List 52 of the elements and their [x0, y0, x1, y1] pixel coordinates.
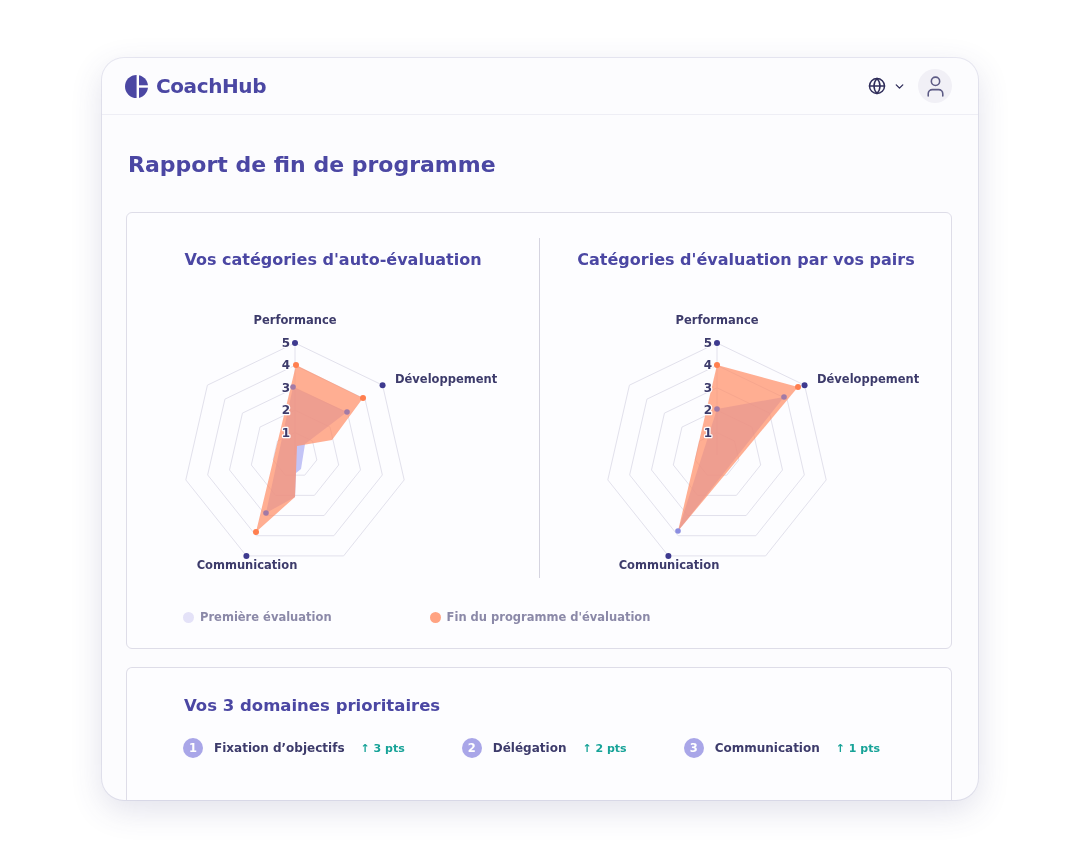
data-point — [253, 529, 259, 535]
data-point — [263, 510, 269, 516]
scale-label: 1 — [703, 425, 713, 440]
globe-icon — [868, 77, 886, 95]
data-point — [290, 384, 296, 390]
axis-end-point — [243, 552, 250, 559]
axis-label: Développement — [817, 372, 920, 386]
rank-badge: 2 — [461, 738, 482, 758]
scale-label: 3 — [703, 380, 713, 395]
axis-label: Communication — [618, 558, 720, 572]
priority-label: Fixation d’objectifs — [214, 741, 345, 755]
language-button[interactable] — [868, 77, 906, 95]
data-point — [781, 394, 787, 400]
score-change: ↑ 1 pts — [835, 741, 880, 755]
section-title: Vos 3 domaines prioritaires — [184, 695, 442, 717]
axis-label: Performance — [253, 313, 337, 327]
scale-label: 3 — [281, 380, 291, 395]
page-title: Rapport de fin de programme — [128, 151, 497, 179]
scale-label: 5 — [281, 336, 291, 350]
chart-title: Catégories d'évaluation par vos pairs — [576, 249, 916, 271]
scale-label: 1 — [281, 425, 291, 440]
axis-end-point — [665, 552, 672, 559]
data-point — [714, 362, 720, 368]
data-point — [675, 528, 681, 534]
axis-label: Développement — [395, 372, 498, 386]
rank-badge: 1 — [183, 738, 203, 758]
rank-badge: 3 — [683, 738, 704, 758]
axis-end-point — [801, 382, 808, 389]
data-point — [714, 406, 720, 412]
axis-label: Communication — [196, 558, 298, 572]
score-change: ↑ 3 pts — [360, 741, 405, 755]
axis-label: Performance — [675, 313, 759, 327]
score-change: ↑ 2 pts — [582, 741, 627, 755]
logo-icon — [125, 74, 148, 98]
logo-text: CoachHub — [156, 74, 267, 98]
data-point — [360, 395, 366, 401]
data-point — [344, 409, 350, 415]
data-point — [795, 384, 801, 390]
legend-label: Première évaluation — [200, 609, 332, 626]
scale-label: 4 — [703, 358, 713, 373]
scale-label: 5 — [703, 336, 713, 350]
priority-label: Délégation — [492, 741, 567, 755]
priority-label: Communication — [714, 741, 820, 755]
scale-label: 4 — [281, 358, 291, 373]
chart-title: Vos catégories d'auto-évaluation — [183, 249, 483, 271]
scale-label: 2 — [281, 403, 291, 418]
legend-label: Fin du programme d'évaluation — [446, 609, 651, 626]
data-point — [293, 362, 299, 368]
axis-end-point — [292, 340, 298, 346]
axis-end-point — [379, 382, 386, 389]
axis-end-point — [714, 340, 720, 346]
profile-button[interactable] — [918, 69, 952, 103]
